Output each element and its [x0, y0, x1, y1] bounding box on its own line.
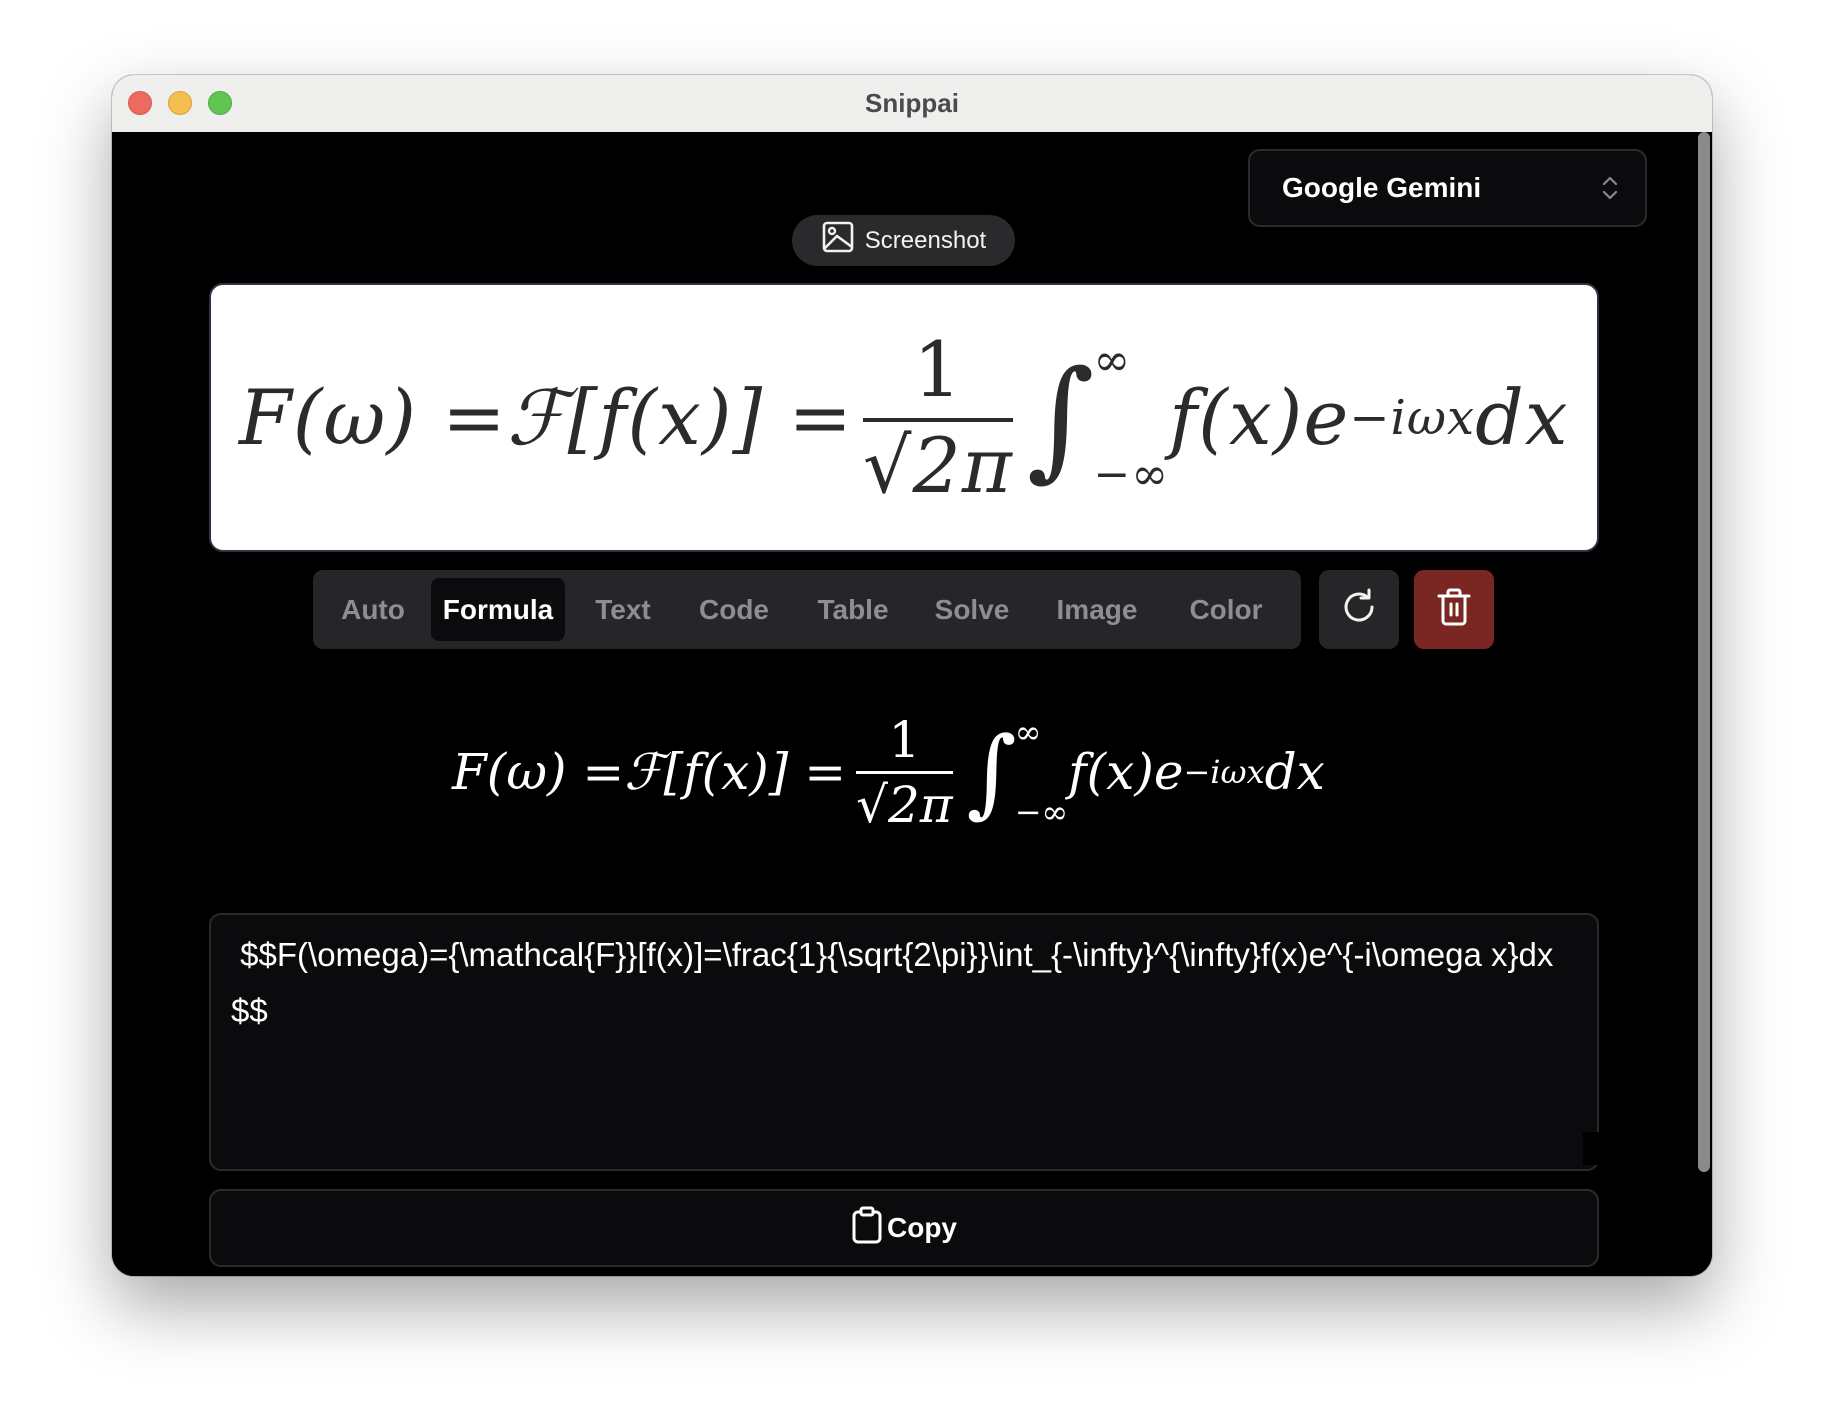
app-window: Snippai Google Gemini Screenshot F(ω) = …: [112, 75, 1712, 1276]
tab-table[interactable]: Table: [797, 578, 909, 641]
tab-auto[interactable]: Auto: [323, 578, 423, 641]
screenshot-button-label: Screenshot: [864, 226, 987, 254]
copy-button-label: Copy: [887, 1212, 957, 1243]
tab-solve[interactable]: Solve: [917, 578, 1027, 641]
rendered-differential: dx: [1264, 743, 1325, 801]
rendered-exponent: −iωx: [1183, 753, 1265, 791]
rendered-integral-symbol: ∫: [966, 716, 1017, 828]
vertical-scrollbar[interactable]: [1696, 132, 1712, 1276]
tab-text[interactable]: Text: [575, 578, 671, 641]
trash-icon: [1436, 587, 1472, 632]
fraction-denominator: √2π: [863, 422, 1013, 504]
rendered-denominator: √2π: [856, 774, 953, 830]
screenshot-button[interactable]: Screenshot: [792, 215, 1015, 266]
scrollbar-thumb[interactable]: [1698, 132, 1710, 1172]
exponent: −iωx: [1349, 389, 1476, 446]
rendered-numerator: 1: [888, 710, 921, 769]
refresh-icon: [1339, 587, 1379, 632]
image-icon: [821, 220, 855, 261]
differential: dx: [1475, 373, 1569, 462]
captured-formula-image: F(ω) = ℱ [f(x)] = 1 √2π ∫ ∞ −∞ f(x)e −iωx…: [239, 285, 1569, 550]
tab-image[interactable]: Image: [1035, 578, 1159, 641]
rendered-upper-limit: ∞: [1014, 713, 1042, 751]
mode-tab-bar: Auto Formula Text Code Table Solve Image…: [313, 570, 1301, 649]
rendered-fourier-symbol: ℱ: [624, 743, 664, 801]
tab-formula[interactable]: Formula: [431, 578, 565, 641]
delete-button[interactable]: [1414, 570, 1494, 649]
integral-upper-limit: ∞: [1093, 334, 1132, 386]
main-content: Google Gemini Screenshot F(ω) = ℱ [f(x)]…: [112, 132, 1696, 1276]
rendered-sqrt-symbol: √: [856, 775, 888, 834]
formula-fourier-symbol: ℱ: [506, 373, 568, 462]
rendered-lower-limit: −∞: [1014, 793, 1069, 831]
rendered-formula: F(ω) = ℱ [f(x)] = 1 √2π ∫ ∞ −∞ f(x)e −iωx…: [452, 692, 1352, 852]
window-title: Snippai: [865, 88, 959, 118]
tab-code[interactable]: Code: [679, 578, 789, 641]
title-bar: Snippai: [112, 75, 1712, 133]
integral-limits: ∞ −∞: [1093, 334, 1170, 500]
integrand: f(x)e: [1169, 373, 1350, 462]
formula-lhs: F(ω) =: [239, 373, 507, 462]
copy-button[interactable]: Copy: [209, 1189, 1599, 1267]
sqrt-content: 2π: [912, 420, 1013, 510]
rendered-sqrt-content: 2π: [887, 775, 953, 834]
tab-color[interactable]: Color: [1167, 578, 1285, 641]
sqrt-symbol: √: [863, 420, 913, 510]
fraction-numerator: 1: [913, 324, 963, 414]
rendered-integrand: f(x)e: [1068, 743, 1184, 801]
integral-lower-limit: −∞: [1093, 448, 1170, 500]
formula-fraction: 1 √2π: [863, 324, 1013, 504]
chevron-up-down-icon: [1601, 173, 1619, 203]
refresh-button[interactable]: [1319, 570, 1399, 649]
latex-output-textarea[interactable]: $$F(\omega)={\mathcal{F}}[f(x)]=\frac{1}…: [209, 913, 1599, 1171]
integral-symbol: ∫: [1026, 341, 1096, 494]
clipboard-icon: [851, 1206, 883, 1251]
rendered-lhs: F(ω) =: [452, 743, 625, 801]
rendered-middle: [f(x)] =: [663, 743, 847, 801]
rendered-fraction: 1 √2π: [856, 715, 953, 830]
model-select-value: Google Gemini: [1282, 172, 1482, 203]
formula-middle: [f(x)] =: [567, 373, 854, 462]
rendered-integral-limits: ∞ −∞: [1015, 716, 1068, 828]
textarea-resize-handle[interactable]: [1583, 1132, 1614, 1165]
captured-image-preview: F(ω) = ℱ [f(x)] = 1 √2π ∫ ∞ −∞ f(x)e −iωx…: [209, 283, 1599, 552]
model-select[interactable]: Google Gemini: [1248, 149, 1647, 227]
